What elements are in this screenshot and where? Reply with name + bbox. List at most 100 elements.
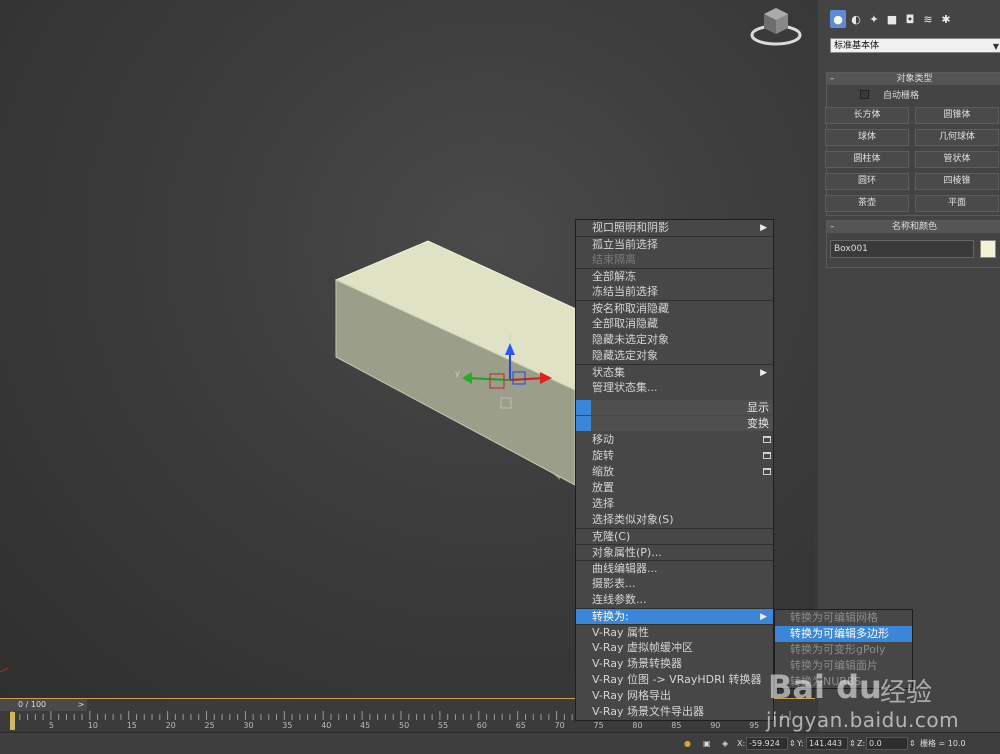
timeline-tick-label: 55 [437, 721, 449, 730]
name-color-title: 名称和颜色 [891, 222, 937, 232]
display-header: 显示 [576, 400, 773, 415]
camera-icon[interactable]: ■ [884, 10, 900, 28]
quad-menu-item[interactable]: V-Ray 场景转换器 [576, 656, 773, 672]
submenu-item[interactable]: 转换为可变形gPoly [775, 642, 912, 658]
pin-icon[interactable]: ● [684, 737, 691, 750]
shapes-icon[interactable]: ◐ [848, 10, 864, 28]
quad-menu-item[interactable]: V-Ray 属性 [576, 624, 773, 640]
quad-menu-item[interactable]: 选择类似对象(S) [576, 512, 773, 528]
timeline-tick-label: 70 [554, 721, 565, 730]
header-accent [576, 400, 591, 415]
timeline-tick-label: 15 [126, 721, 137, 730]
next-frame-button[interactable]: > [75, 699, 87, 711]
quad-menu-item[interactable]: 管理状态集... [576, 380, 773, 396]
quad-menu-item-label: 缩放 [592, 465, 614, 478]
torus-button[interactable]: 圆环 [825, 173, 909, 190]
autogrid-checkbox[interactable] [860, 90, 869, 99]
quad-menu-item[interactable]: 状态集 ▶ [576, 364, 773, 380]
panel-tabs: ● ◐ ✦ ■ ◘ ≋ ✱ [830, 10, 954, 30]
quad-menu-item[interactable]: 旋转 [576, 448, 773, 464]
sphere-button[interactable]: 球体 [825, 129, 909, 146]
quad-menu-item-label: 隐藏选定对象 [592, 349, 658, 362]
quad-menu-item[interactable]: 按名称取消隐藏 [576, 300, 773, 316]
name-color-header[interactable]: – 名称和颜色 [827, 221, 1000, 233]
systems-icon[interactable]: ✱ [938, 10, 954, 28]
spacewarps-icon[interactable]: ≋ [920, 10, 936, 28]
frame-counter[interactable]: 0 / 100 [0, 699, 75, 711]
quad-menu-item[interactable]: 全部解冻 [576, 268, 773, 284]
pyramid-button[interactable]: 四棱锥 [915, 173, 999, 190]
cone-button[interactable]: 圆锥体 [915, 107, 999, 124]
quad-menu-item[interactable]: 隐藏选定对象 [576, 348, 773, 364]
quad-menu-item-label: 孤立当前选择 [592, 238, 658, 251]
tube-button[interactable]: 管状体 [915, 151, 999, 168]
timeline-tick-label: 60 [476, 721, 487, 730]
sphere-icon[interactable]: ● [830, 10, 846, 28]
collapse-icon: – [830, 74, 835, 84]
category-dropdown[interactable]: 标准基本体 ▼ [830, 38, 1000, 53]
quad-menu-item[interactable]: 克隆(C) [576, 528, 773, 544]
quad-menu-item[interactable]: V-Ray 网格导出 [576, 688, 773, 704]
timeline-tick-label: 10 [87, 721, 98, 730]
x-coordinate-field[interactable]: -59.924 [746, 737, 788, 750]
quad-menu-item[interactable]: 放置 [576, 480, 773, 496]
quad-menu-item-label: 移动 [592, 433, 614, 446]
object-color-swatch[interactable] [980, 240, 996, 258]
x-spinner-icon[interactable]: ⇕ [789, 737, 796, 750]
submenu-item[interactable]: 转换为可编辑网格 [775, 610, 912, 626]
quad-menu-item-label: 转换为: [592, 610, 629, 623]
quad-menu-item[interactable]: 孤立当前选择 [576, 236, 773, 252]
quad-menu-item[interactable]: 连线参数... [576, 592, 773, 608]
timeline-tick-label: 40 [321, 721, 332, 730]
lights-icon[interactable]: ✦ [866, 10, 882, 28]
quad-menu-item-label: 克隆(C) [592, 530, 631, 543]
submenu-arrow-icon: ▶ [760, 223, 767, 233]
quad-menu-item[interactable]: 隐藏未选定对象 [576, 332, 773, 348]
quad-menu-item[interactable]: 摄影表... [576, 576, 773, 592]
quad-menu-item[interactable]: 转换为: ▶ [576, 608, 773, 624]
quad-menu-item[interactable]: V-Ray 位图 -> VRayHDRI 转换器 [576, 672, 773, 688]
teapot-button[interactable]: 茶壶 [825, 195, 909, 212]
geosphere-button[interactable]: 几何球体 [915, 129, 999, 146]
window-settings-icon[interactable] [763, 436, 771, 443]
quad-menu-item[interactable]: 全部取消隐藏 [576, 316, 773, 332]
plane-button[interactable]: 平面 [915, 195, 999, 212]
z-spinner-icon[interactable]: ⇕ [909, 737, 916, 750]
window-settings-icon[interactable] [763, 468, 771, 475]
box-button[interactable]: 长方体 [825, 107, 909, 124]
quad-menu-item[interactable]: 冻结当前选择 [576, 284, 773, 300]
quad-menu-item[interactable]: V-Ray 虚拟帧缓冲区 [576, 640, 773, 656]
absolute-mode-icon[interactable]: ◈ [722, 737, 728, 750]
quad-menu-item[interactable]: V-Ray 场景文件导出器 [576, 704, 773, 720]
quad-menu-item-label: 视口照明和阴影 [592, 221, 669, 234]
quad-menu-item[interactable]: 结束隔离 [576, 252, 773, 268]
transform-header: 变换 [576, 416, 773, 431]
chevron-down-icon: ▼ [992, 42, 999, 51]
quad-menu-item[interactable]: 曲线编辑器... [576, 560, 773, 576]
object-name-input[interactable]: Box001 [830, 240, 974, 258]
y-spinner-icon[interactable]: ⇕ [849, 737, 856, 750]
y-coordinate-field[interactable]: 141.443 [806, 737, 848, 750]
quad-menu-item[interactable]: 移动 [576, 432, 773, 448]
autogrid-option[interactable]: 自动栅格 [860, 88, 919, 101]
lock-icon[interactable]: ▣ [703, 737, 711, 750]
quad-menu-item-label: 连线参数... [592, 593, 647, 606]
helpers-icon[interactable]: ◘ [902, 10, 918, 28]
quad-menu-item-label: V-Ray 虚拟帧缓冲区 [592, 641, 693, 654]
quad-menu-item[interactable]: 选择 [576, 496, 773, 512]
quad-menu-item[interactable]: 缩放 [576, 464, 773, 480]
timeline-tick-label: 95 [749, 721, 760, 730]
quad-menu-item[interactable]: 对象属性(P)... [576, 544, 773, 560]
display-header-label: 显示 [747, 401, 769, 414]
z-coordinate-field[interactable]: 0.0 [866, 737, 908, 750]
window-settings-icon[interactable] [763, 452, 771, 459]
timeline-tick-label: 5 [48, 721, 54, 730]
object-type-header[interactable]: – 对象类型 [827, 73, 1000, 85]
collapse-icon: – [830, 222, 835, 232]
submenu-item[interactable]: 转换为可编辑多边形 [775, 626, 912, 642]
cylinder-button[interactable]: 圆柱体 [825, 151, 909, 168]
submenu-arrow-icon: ▶ [760, 368, 767, 378]
quad-menu-item[interactable]: 视口照明和阴影 ▶ [576, 220, 773, 236]
quad-menu-item-label: V-Ray 场景文件导出器 [592, 705, 704, 718]
timeline-tick-label: 50 [399, 721, 410, 730]
